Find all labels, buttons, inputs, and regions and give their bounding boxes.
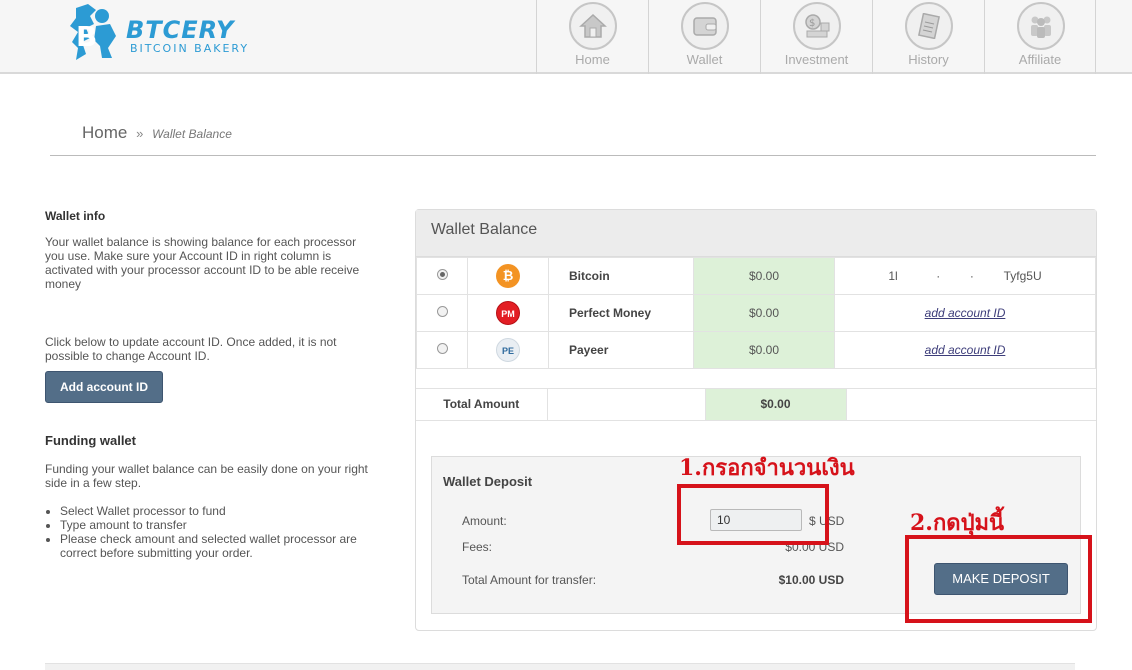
investment-icon: $ bbox=[793, 2, 841, 50]
house-icon bbox=[569, 2, 617, 50]
affiliate-icon bbox=[1017, 2, 1065, 50]
add-account-id-button[interactable]: Add account ID bbox=[45, 371, 164, 403]
annotation-step1: 1.กรอกจำนวนเงิน bbox=[679, 455, 855, 481]
total-amount-row: Total Amount $0.00 bbox=[416, 389, 1096, 421]
breadcrumb-home[interactable]: Home bbox=[82, 123, 127, 142]
nav-history[interactable]: History bbox=[872, 0, 984, 74]
nav-investment[interactable]: $ Investment bbox=[760, 0, 872, 74]
svg-text:B: B bbox=[76, 20, 97, 53]
table-spacer bbox=[416, 369, 1096, 389]
add-account-id-link[interactable]: add account ID bbox=[925, 306, 1006, 320]
amount-label: Amount: bbox=[462, 514, 507, 528]
annotation-box-amount bbox=[677, 484, 829, 545]
nav-affiliate[interactable]: Affiliate bbox=[984, 0, 1096, 74]
list-item: Select Wallet processor to fund bbox=[60, 504, 375, 518]
breadcrumb-divider bbox=[50, 155, 1096, 156]
main-nav: Home Wallet $ Investment History Affilia… bbox=[536, 0, 1096, 74]
total-amount-value: $0.00 bbox=[705, 389, 847, 421]
wallet-info-update-text: Click below to update account ID. Once a… bbox=[45, 335, 337, 363]
processor-name: Bitcoin bbox=[548, 257, 694, 295]
nav-home[interactable]: Home bbox=[536, 0, 648, 74]
processor-name: Payeer bbox=[548, 331, 694, 369]
wallet-deposit-title: Wallet Deposit bbox=[443, 474, 533, 489]
wallet-balance-title: Wallet Balance bbox=[416, 210, 1096, 257]
funding-steps-list: Select Wallet processor to fund Type amo… bbox=[60, 504, 375, 560]
transfer-total-value: $10.00 USD bbox=[778, 573, 844, 587]
total-amount-label: Total Amount bbox=[416, 389, 548, 421]
nav-home-label: Home bbox=[575, 52, 610, 67]
bitcoin-icon: ₿ bbox=[496, 264, 520, 288]
list-item: Type amount to transfer bbox=[60, 518, 375, 532]
table-row[interactable]: ₿ Bitcoin $0.00 1l⁠⠀⠀⠀⠀ ·⠀⠀⠀ ·⠀⠀⠀ Tyfg5U bbox=[416, 257, 1096, 295]
nav-wallet[interactable]: Wallet bbox=[648, 0, 760, 74]
transfer-total-label: Total Amount for transfer: bbox=[462, 573, 597, 587]
perfect-money-icon: PM bbox=[496, 301, 520, 325]
payeer-icon: PE bbox=[496, 338, 520, 362]
processor-amount: $0.00 bbox=[693, 331, 835, 369]
processor-name: Perfect Money bbox=[548, 294, 694, 332]
footer-bar bbox=[45, 663, 1075, 670]
bitcoin-radio[interactable] bbox=[436, 269, 448, 280]
wallet-info-title: Wallet info bbox=[45, 209, 106, 223]
funding-wallet-title: Funding wallet bbox=[45, 433, 136, 448]
processor-table: ₿ Bitcoin $0.00 1l⁠⠀⠀⠀⠀ ·⠀⠀⠀ ·⠀⠀⠀ Tyfg5U… bbox=[416, 257, 1096, 369]
nav-wallet-label: Wallet bbox=[686, 52, 723, 67]
annotation-box-deposit bbox=[905, 535, 1092, 623]
wallet-icon bbox=[681, 2, 729, 50]
brand-subtitle: BITCOIN BAKERY bbox=[130, 42, 250, 55]
baker-mascot-icon: B bbox=[70, 4, 116, 60]
funding-wallet-text: Funding your wallet balance can be easil… bbox=[45, 462, 368, 490]
processor-amount: $0.00 bbox=[693, 294, 835, 332]
nav-affiliate-label: Affiliate bbox=[1018, 52, 1062, 67]
breadcrumb-separator: » bbox=[136, 126, 144, 141]
svg-text:$: $ bbox=[809, 18, 815, 29]
breadcrumb-current: Wallet Balance bbox=[152, 127, 232, 141]
brand-title: BTCERY bbox=[126, 16, 235, 44]
table-row[interactable]: PM Perfect Money $0.00 add account ID bbox=[416, 294, 1096, 332]
table-row[interactable]: PE Payeer $0.00 add account ID bbox=[416, 331, 1096, 369]
processor-account-id: 1l⁠⠀⠀⠀⠀ ·⠀⠀⠀ ·⠀⠀⠀ Tyfg5U bbox=[834, 257, 1096, 295]
nav-investment-label: Investment bbox=[784, 52, 849, 67]
payeer-radio[interactable] bbox=[436, 343, 448, 354]
processor-amount: $0.00 bbox=[693, 257, 835, 295]
list-item: Please check amount and selected wallet … bbox=[60, 532, 375, 560]
perfect-money-radio[interactable] bbox=[436, 306, 448, 317]
fees-label: Fees: bbox=[462, 540, 493, 554]
wallet-info-text: Your wallet balance is showing balance f… bbox=[45, 235, 360, 291]
nav-history-label: History bbox=[908, 52, 949, 67]
history-icon bbox=[905, 2, 953, 50]
add-account-id-link[interactable]: add account ID bbox=[925, 343, 1006, 357]
breadcrumb: Home » Wallet Balance bbox=[82, 123, 232, 143]
site-header: B BTCERY BITCOIN BAKERY Home Wallet $ In… bbox=[0, 0, 1132, 74]
left-info-column: Wallet info Your wallet balance is showi… bbox=[45, 200, 375, 560]
logo[interactable]: B BTCERY BITCOIN BAKERY bbox=[66, 2, 266, 64]
